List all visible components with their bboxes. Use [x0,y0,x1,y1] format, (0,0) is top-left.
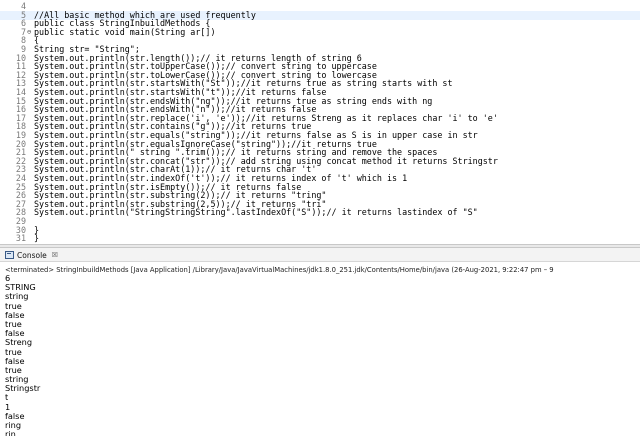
console-output-line: false [5,410,25,421]
console-output-line: t [5,392,9,403]
console-icon [5,251,14,259]
console-output-line: false [5,309,25,320]
code-editor[interactable]: 4 5//All basic method which are used freq… [0,0,640,244]
console-tab-bar: Console ☒ [0,248,640,262]
console-tab-label: Console [17,250,47,260]
console-output-line: false [5,355,25,366]
tab-console[interactable]: Console ☒ [2,249,62,261]
console-output-line: rin [5,429,16,436]
console-output-line: string [5,291,29,302]
code-line[interactable]: 31} [0,234,640,243]
code-text: } [34,233,40,244]
console-output-line: 6 [5,273,11,283]
console-output-line: true [5,346,22,357]
console-output-line: 1 [5,401,11,412]
console-output-line: Streng [5,337,33,348]
line-number: 31 [15,233,26,244]
console-output-line: true [5,318,22,329]
console-output-line: true [5,364,22,375]
close-icon[interactable]: ☒ [52,251,58,259]
console-output-line: false [5,328,25,339]
console-output-line: Stringstr [5,383,41,394]
console-output-line: ring [5,420,22,430]
console-output-line: STRING [5,282,36,293]
console-output-line: true [5,300,22,311]
console-output-line: string [5,374,29,385]
console-output: 6 STRING string true false true false Streng tru… [5,273,635,436]
